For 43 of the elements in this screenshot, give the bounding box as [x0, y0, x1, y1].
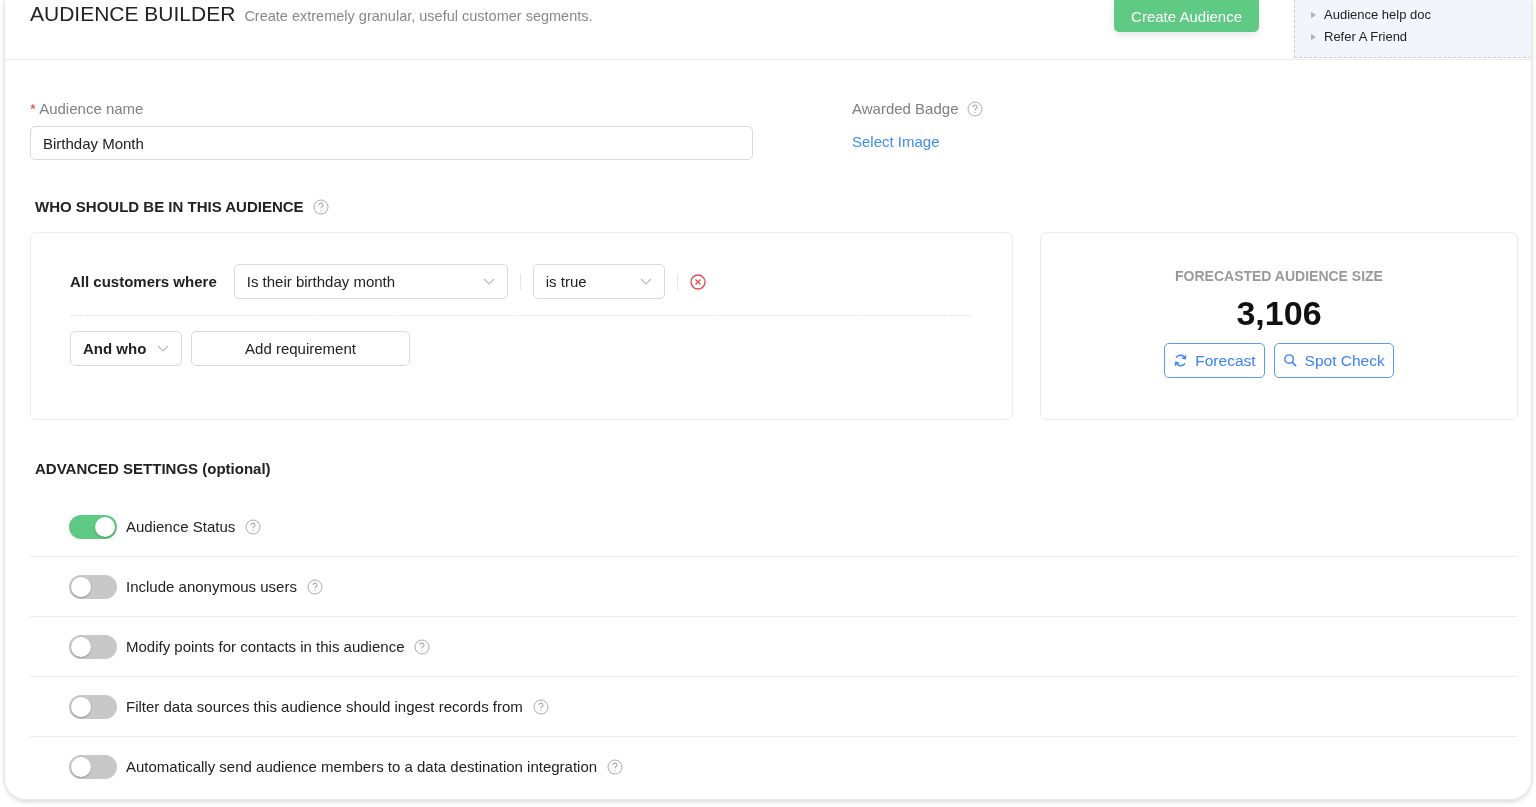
toggle-switch[interactable]: [69, 754, 117, 779]
awarded-badge-label: Awarded Badge: [852, 100, 959, 117]
option-label: Include anonymous users: [126, 578, 297, 595]
page-subtitle: Create extremely granular, useful customer segments.: [244, 8, 593, 24]
option-label: Modify points for contacts in this audience: [126, 638, 405, 655]
chevron-icon: [482, 277, 495, 286]
toggle-switch[interactable]: [69, 574, 117, 599]
remove-icon[interactable]: [689, 273, 706, 290]
forecast-button[interactable]: Forecast: [1164, 343, 1265, 378]
forecast-value: 3,106: [1236, 294, 1322, 333]
section-title: ADVANCED SETTINGS (optional): [35, 460, 272, 477]
help-icon[interactable]: [967, 100, 984, 117]
audience-name-label: * Audience name: [30, 100, 145, 117]
help-icon[interactable]: [306, 578, 323, 595]
condition-select[interactable]: Is their birthday month: [233, 264, 508, 299]
add-requirement-button[interactable]: Add requirement: [191, 331, 410, 366]
help-icon[interactable]: [607, 758, 624, 775]
page-title: AUDIENCE BUILDER: [30, 2, 236, 26]
audience-name-input[interactable]: Birthday Month: [30, 126, 753, 160]
refresh-icon: [1173, 353, 1189, 368]
toggle-switch[interactable]: [69, 514, 117, 539]
connector-select[interactable]: And who: [70, 331, 182, 366]
option-label: Audience Status: [126, 518, 236, 535]
option-label: Automatically send audience members to a data destination integration: [126, 758, 598, 775]
toggle-switch[interactable]: [69, 694, 117, 719]
caret-icon: [1311, 32, 1316, 41]
search-icon: [1282, 353, 1298, 368]
help-icon[interactable]: [414, 638, 431, 655]
section-title: WHO SHOULD BE IN THIS AUDIENCE: [35, 198, 304, 215]
help-icon[interactable]: [245, 518, 262, 535]
spot-check-button[interactable]: Spot Check: [1273, 343, 1394, 378]
rule-lead-text: All customers where: [70, 273, 217, 290]
operator-select[interactable]: is true: [532, 264, 665, 299]
caret-icon: [1311, 10, 1316, 19]
forecast-title: FORECASTED AUDIENCE SIZE: [1175, 268, 1383, 284]
chevron-icon: [639, 277, 652, 286]
help-icon[interactable]: [532, 698, 549, 715]
help-link[interactable]: Audience help doc: [1311, 7, 1531, 22]
help-icon[interactable]: [312, 198, 329, 215]
chevron-icon: [157, 344, 169, 353]
option-label: Filter data sources this audience should ingest records from: [126, 698, 523, 715]
toggle-switch[interactable]: [69, 634, 117, 659]
help-link[interactable]: Refer A Friend: [1311, 29, 1531, 44]
